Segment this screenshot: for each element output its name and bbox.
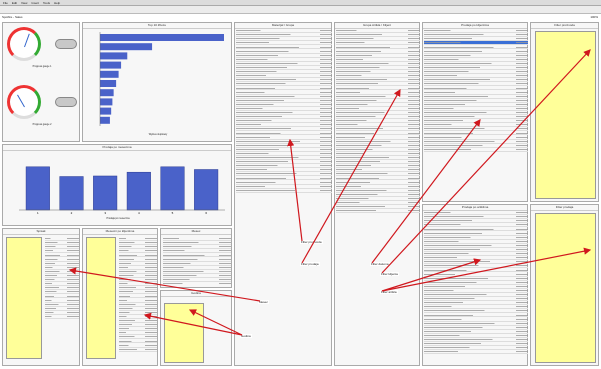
callout-label-6: Mesec [258,300,269,304]
gauge-button-2[interactable] [55,97,77,107]
left-bottom-title: Spisak [3,229,79,235]
table-row[interactable] [45,314,79,319]
year-panel-title: Godina [161,291,231,297]
hbar-chart-panel: Top 10 Zboze Wykres slupkowy [82,22,232,142]
vbar-bar[interactable] [25,166,50,211]
right-bottom-panel: Filter prodaja [530,204,599,366]
table-row[interactable] [163,282,231,285]
vbar-bar[interactable] [126,171,151,211]
menu-item-help[interactable]: Help [54,1,60,5]
menu-item-view[interactable]: View [21,1,27,5]
hbar-bar[interactable] [100,70,119,78]
table-artikli[interactable] [424,211,528,365]
vbar-tick-label: 4 [138,211,140,215]
table-mesecni [119,237,157,359]
vbar-chart-panel: Prodaja po mesecima 1 2 3 4 5 6 Prodaja po me… [2,144,232,226]
right-bottom-title: Filter prodaja [531,205,598,211]
left-bottom-panel: Spisak [2,228,80,366]
table-grupa[interactable] [336,29,420,365]
hbar-bar[interactable] [100,43,153,51]
filter-list-mid[interactable] [86,237,116,359]
vbar-tick-label: 6 [205,211,207,215]
vbar-bar[interactable] [160,166,185,211]
filter-list-year[interactable] [164,303,204,363]
hbar-bar[interactable] [100,61,122,69]
vbar-tick-label: 2 [71,211,73,215]
callout-label-2: Filter prodaja [300,262,320,266]
callout-label-4: Filter klijenta [380,272,399,276]
callout-label-3: Filter datuma [370,262,390,266]
filter-list-left[interactable] [6,237,42,359]
mid-bottom-panel: Mesecni po klijentima [82,228,158,366]
table-panel-3: Prodaja po klijentima [422,22,528,202]
vbar-chart-title: Prodaja po mesecima [3,145,231,151]
vbar-bar[interactable] [93,175,118,211]
right-top-panel: Filter proizvoda [530,22,599,202]
hbar-chart-title: Top 10 Zboze [83,23,231,29]
hbar-bar[interactable] [100,80,117,87]
filter-list-right-top[interactable] [535,31,596,199]
vbar-bar[interactable] [194,169,219,211]
hbar-bar[interactable] [100,107,112,115]
toolbar [0,6,601,14]
hbar-bar[interactable] [100,116,110,124]
vbar-caption: Prodaja po mesecima [106,217,130,220]
gauge-dial-2 [7,85,41,119]
menu-item-insert[interactable]: Insert [31,1,39,5]
gauge-button-1[interactable] [55,39,77,49]
hbar-caption: Wykres slupkowy [148,133,168,136]
vbar-tick-label: 3 [104,211,106,215]
table-materijal[interactable] [236,29,332,365]
gauge-caption-2: Progress gauge 2 [32,123,52,126]
right-top-title: Filter proizvoda [531,23,598,29]
menu-item-edit[interactable]: Edit [12,1,17,5]
hbar-chart [99,32,224,126]
callout-label-1: Filter proizvoda [300,240,323,244]
vbar-tick-label: 1 [37,211,39,215]
hbar-bar[interactable] [100,89,114,97]
callout-label-7: Godina [240,334,252,338]
gauge-caption-1: Progress gauge 1 [32,65,52,68]
vbar-bar[interactable] [59,176,84,211]
table-row[interactable] [424,350,528,355]
mid-bottom-title: Mesecni po klijentima [83,229,157,235]
hbar-bar[interactable] [100,34,224,41]
table-row[interactable] [236,188,332,193]
hbar-bar[interactable] [100,98,113,106]
table-row[interactable] [119,347,157,352]
filter-panel-small: Mesec [160,228,232,288]
window-title: Spotfire - Sales [2,15,23,19]
year-panel: Godina [160,290,232,366]
table-panel-2: Grupa Artikla / Klijent [334,22,420,366]
table-panel-1: Materijal / Grupa [234,22,332,366]
hbar-bar[interactable] [100,52,128,60]
filter-list-right-bottom[interactable] [535,213,596,363]
table-spisak [45,237,79,359]
callout-label-5: Filter artikla [380,290,398,294]
zoom-level[interactable]: 100% [560,15,598,20]
menu-item-tools[interactable]: Tools [43,1,50,5]
table-row[interactable] [336,209,420,214]
vbar-chart: 1 2 3 4 5 6 [19,166,225,215]
filter-panel-title: Mesec [161,229,231,235]
table-panel-4: Prodaja po artiklima [422,204,528,366]
table-row[interactable] [424,147,528,152]
table-filter-small [163,237,231,285]
table-klijenti[interactable] [424,29,528,201]
menu-item-file[interactable]: File [3,1,8,5]
gauge-panel: Progress gauge 1 Progress gauge 2 [2,22,80,142]
vbar-tick-label: 5 [172,211,174,215]
